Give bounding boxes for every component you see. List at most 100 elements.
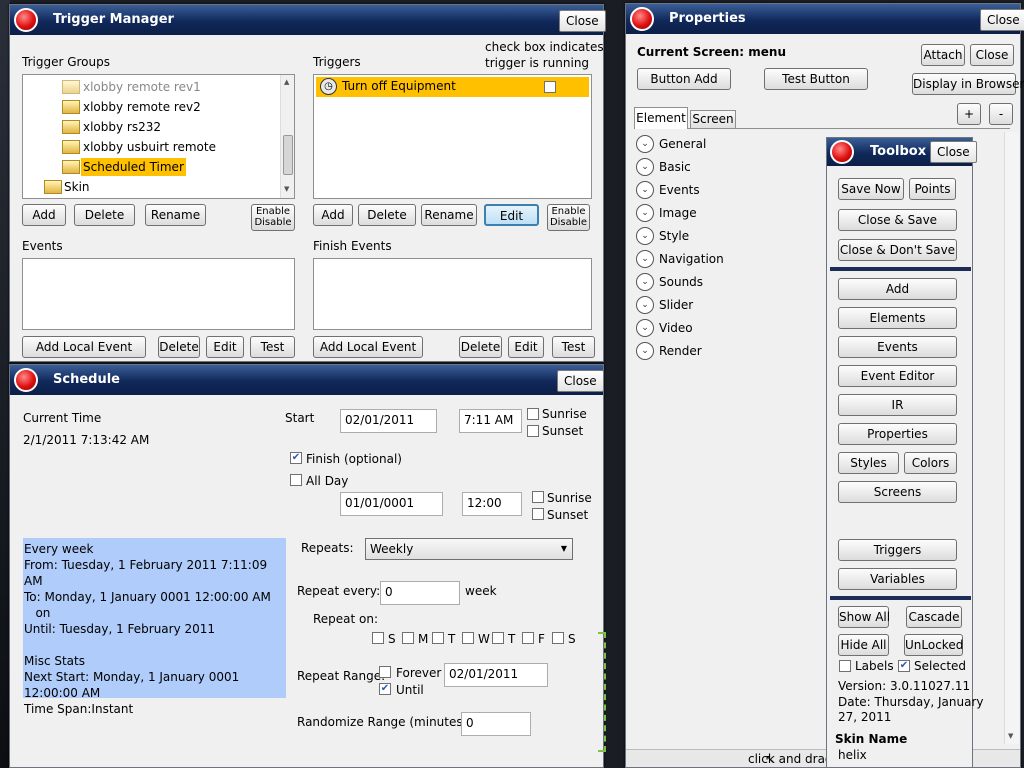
delete-finish-event-button[interactable]: Delete	[459, 336, 502, 358]
delete-trigger-button[interactable]: Delete	[358, 204, 416, 226]
section-render[interactable]: Render	[659, 344, 702, 358]
button-add-button[interactable]: Button Add	[637, 68, 731, 90]
finish-time-field[interactable]: 12:00	[462, 492, 522, 516]
tree-item[interactable]: xlobby usbuirt remote	[83, 138, 216, 156]
start-sunset-checkbox[interactable]	[527, 425, 539, 437]
close-button[interactable]: Close	[559, 10, 606, 32]
repeat-every-field[interactable]: 0	[380, 581, 460, 605]
tree-scrollbar[interactable]: ▲ ▼	[280, 75, 294, 198]
enable-disable-group-button[interactable]: Enable Disable	[251, 204, 295, 231]
section-basic[interactable]: Basic	[659, 160, 691, 174]
day-checkbox-wed[interactable]	[462, 632, 474, 644]
day-checkbox-tue[interactable]	[432, 632, 444, 644]
plus-button[interactable]: +	[957, 103, 981, 125]
finish-optional-checkbox[interactable]: ✔	[290, 452, 302, 464]
close-save-button[interactable]: Close & Save	[838, 209, 957, 231]
close-button[interactable]: Close	[980, 9, 1024, 31]
randomize-field[interactable]: 0	[461, 712, 531, 736]
variables-button[interactable]: Variables	[838, 568, 957, 590]
close-button[interactable]: Close	[930, 141, 977, 163]
trigger-groups-tree[interactable]: xlobby remote rev1 xlobby remote rev2 xl…	[22, 74, 295, 199]
expand-chevron-icon[interactable]: ⌄	[636, 227, 654, 245]
toolbox-titlebar[interactable]: Toolbox Close	[827, 138, 977, 166]
finish-sunrise-checkbox[interactable]	[532, 491, 544, 503]
all-day-checkbox[interactable]	[290, 474, 302, 486]
tab-element[interactable]: Element	[634, 107, 688, 129]
rename-group-button[interactable]: Rename	[145, 204, 206, 226]
section-navigation[interactable]: Navigation	[659, 252, 724, 266]
expand-chevron-icon[interactable]: ⌄	[636, 158, 654, 176]
hide-all-button[interactable]: Hide All	[838, 634, 889, 656]
until-date-field[interactable]: 02/01/2011	[444, 663, 548, 687]
properties-scrollbar[interactable]: ▼	[1004, 132, 1019, 744]
delete-event-button[interactable]: Delete	[158, 336, 200, 358]
display-in-browser-button[interactable]: Display in Browser	[912, 73, 1024, 95]
add-group-button[interactable]: Add	[22, 204, 66, 226]
window-orb-icon[interactable]	[830, 140, 854, 164]
unlocked-button[interactable]: UnLocked	[904, 634, 963, 656]
edit-event-button[interactable]: Edit	[206, 336, 244, 358]
minus-button[interactable]: -	[989, 103, 1013, 125]
add-button[interactable]: Add	[838, 278, 957, 300]
close-button[interactable]: Close	[557, 370, 604, 392]
section-image[interactable]: Image	[659, 206, 697, 220]
edit-trigger-button[interactable]: Edit	[484, 204, 539, 226]
event-editor-button[interactable]: Event Editor	[838, 365, 957, 387]
screens-button[interactable]: Screens	[838, 481, 957, 503]
scroll-up-icon[interactable]: ▲	[284, 78, 289, 86]
trigger-running-checkbox[interactable]	[544, 81, 556, 93]
window-orb-icon[interactable]	[630, 7, 654, 31]
start-sunrise-checkbox[interactable]	[527, 408, 539, 420]
ir-button[interactable]: IR	[838, 394, 957, 416]
expand-chevron-icon[interactable]: ⌄	[636, 250, 654, 268]
triggers-list[interactable]: ◷ Turn off Equipment	[313, 74, 592, 199]
delete-group-button[interactable]: Delete	[74, 204, 135, 226]
attach-button[interactable]: Attach	[921, 44, 965, 66]
section-style[interactable]: Style	[659, 229, 689, 243]
tree-item[interactable]: Skin	[64, 178, 90, 196]
expand-chevron-icon[interactable]: ⌄	[636, 319, 654, 337]
labels-checkbox[interactable]	[839, 660, 851, 672]
trigger-row-selected[interactable]: ◷ Turn off Equipment	[316, 77, 589, 97]
finish-sunset-checkbox[interactable]	[532, 508, 544, 520]
events-list[interactable]	[22, 258, 295, 330]
tree-item[interactable]: xlobby rs232	[83, 118, 161, 136]
window-orb-icon[interactable]	[14, 368, 38, 392]
rename-trigger-button[interactable]: Rename	[421, 204, 477, 226]
colors-button[interactable]: Colors	[904, 452, 957, 474]
until-checkbox[interactable]: ✔	[379, 683, 391, 695]
add-local-finish-event-button[interactable]: Add Local Event	[313, 336, 423, 358]
forever-checkbox[interactable]	[379, 666, 391, 678]
scrollbar-thumb[interactable]	[283, 135, 293, 175]
tab-screen[interactable]: Screen	[690, 110, 736, 128]
cascade-button[interactable]: Cascade	[906, 606, 962, 628]
start-time-field[interactable]: 7:11 AM	[459, 409, 522, 433]
day-checkbox-fri[interactable]	[522, 632, 534, 644]
section-general[interactable]: General	[659, 137, 706, 151]
elements-button[interactable]: Elements	[838, 307, 957, 329]
properties-titlebar[interactable]: Properties Close	[626, 4, 1024, 34]
scroll-down-icon[interactable]: ▼	[1008, 732, 1013, 740]
day-checkbox-mon[interactable]	[402, 632, 414, 644]
edit-finish-event-button[interactable]: Edit	[508, 336, 544, 358]
test-event-button[interactable]: Test	[250, 336, 295, 358]
tree-item[interactable]: xlobby remote rev1	[83, 78, 201, 96]
finish-date-field[interactable]: 01/01/0001	[340, 492, 443, 516]
styles-button[interactable]: Styles	[838, 452, 899, 474]
close-properties-button[interactable]: Close	[970, 44, 1014, 66]
expand-chevron-icon[interactable]: ⌄	[636, 342, 654, 360]
expand-chevron-icon[interactable]: ⌄	[636, 273, 654, 291]
scroll-down-icon[interactable]: ▼	[284, 185, 289, 193]
selected-checkbox[interactable]: ✔	[898, 660, 910, 672]
save-now-button[interactable]: Save Now	[838, 178, 904, 200]
tree-item-selected[interactable]: Scheduled Timer	[81, 158, 186, 176]
expand-chevron-icon[interactable]: ⌄	[636, 204, 654, 222]
add-trigger-button[interactable]: Add	[313, 204, 353, 226]
window-orb-icon[interactable]	[14, 8, 38, 32]
section-sounds[interactable]: Sounds	[659, 275, 703, 289]
finish-events-list[interactable]	[313, 258, 592, 330]
enable-disable-trigger-button[interactable]: Enable Disable	[547, 204, 590, 231]
events-button[interactable]: Events	[838, 336, 957, 358]
test-button-button[interactable]: Test Button	[764, 68, 868, 90]
section-events[interactable]: Events	[659, 183, 700, 197]
